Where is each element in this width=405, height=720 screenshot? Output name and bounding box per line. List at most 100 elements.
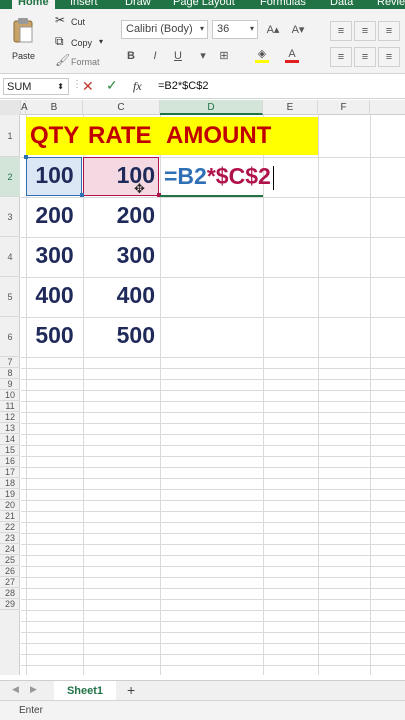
gridline xyxy=(21,654,405,655)
cancel-icon[interactable]: ✕ xyxy=(82,78,94,95)
column-header-d[interactable]: D xyxy=(160,100,263,115)
clipboard-icon xyxy=(13,18,33,43)
formula-ref-c2: $C$2 xyxy=(215,163,271,189)
row-header[interactable]: 16 xyxy=(0,456,20,467)
font-size-select[interactable]: 36 ▾ xyxy=(212,20,258,39)
row-header[interactable]: 9 xyxy=(0,379,20,390)
chevron-down-icon[interactable]: ▾ xyxy=(193,47,213,65)
cell-rate[interactable]: 200 xyxy=(83,202,155,229)
gridline xyxy=(21,533,405,534)
row-header[interactable]: 24 xyxy=(0,544,20,555)
tab-insert[interactable]: Insert xyxy=(70,0,98,8)
tab-draw[interactable]: Draw xyxy=(125,0,151,8)
name-box[interactable]: SUM ⬍ xyxy=(3,78,69,95)
shrink-font-button[interactable]: A▾ xyxy=(288,21,308,39)
cut-button[interactable]: ✂ Cut xyxy=(55,13,105,29)
cell-qty[interactable]: 400 xyxy=(26,282,83,309)
font-color-icon[interactable]: A xyxy=(282,45,302,63)
row-header[interactable]: 3 xyxy=(0,197,20,237)
row-header[interactable]: 18 xyxy=(0,478,20,489)
ribbon-tabs: Home Insert Draw Page Layout Formulas Da… xyxy=(0,0,405,9)
gridline xyxy=(21,390,405,391)
add-sheet-button[interactable]: + xyxy=(127,682,135,698)
row-header[interactable]: 8 xyxy=(0,368,20,379)
row-header[interactable]: 6 xyxy=(0,317,20,357)
header-amount[interactable]: AMOUNT xyxy=(166,122,271,150)
row-header[interactable]: 29 xyxy=(0,599,20,610)
row-header[interactable]: 25 xyxy=(0,555,20,566)
row-header[interactable]: 5 xyxy=(0,277,20,317)
cell-rate[interactable]: 500 xyxy=(83,322,155,349)
row-header[interactable]: 1 xyxy=(0,115,20,157)
row-header[interactable]: 15 xyxy=(0,445,20,456)
cell-rate[interactable]: 400 xyxy=(83,282,155,309)
header-qty[interactable]: QTY xyxy=(30,122,79,150)
row-header[interactable]: 28 xyxy=(0,588,20,599)
underline-button[interactable]: U xyxy=(168,47,188,65)
row-header[interactable]: 27 xyxy=(0,577,20,588)
formula-input[interactable]: =B2*$C$2 xyxy=(158,80,208,92)
cell-d2-editor[interactable]: =B2*$C$2 xyxy=(164,163,274,190)
cell-qty[interactable]: 500 xyxy=(26,322,83,349)
align-center-icon[interactable]: ≡ xyxy=(354,47,376,67)
cell-grid[interactable] xyxy=(21,115,405,675)
row-header[interactable]: 26 xyxy=(0,566,20,577)
row-header[interactable]: 14 xyxy=(0,434,20,445)
select-all-button[interactable] xyxy=(0,100,21,115)
row-header[interactable]: 21 xyxy=(0,511,20,522)
row-header[interactable]: 19 xyxy=(0,489,20,500)
grow-font-button[interactable]: A▴ xyxy=(263,21,283,39)
insert-function-button[interactable]: fx xyxy=(133,79,142,94)
tab-home[interactable]: Home xyxy=(12,0,55,9)
paste-button[interactable]: Paste xyxy=(8,13,40,63)
column-header-f[interactable]: F xyxy=(318,100,370,115)
gridline xyxy=(21,197,405,198)
tab-review[interactable]: Revie xyxy=(377,0,405,8)
row-header[interactable]: 4 xyxy=(0,237,20,277)
bold-button[interactable]: B xyxy=(121,47,141,65)
fill-color-icon[interactable]: ◈ xyxy=(252,45,272,63)
cell-rate[interactable]: 300 xyxy=(83,242,155,269)
cell-qty[interactable]: 100 xyxy=(26,162,83,189)
more-icon: ⋮ xyxy=(72,79,82,90)
row-header[interactable]: 10 xyxy=(0,390,20,401)
tab-page-layout[interactable]: Page Layout xyxy=(173,0,235,8)
tab-formulas[interactable]: Formulas xyxy=(260,0,306,8)
copy-label: Copy xyxy=(71,38,93,48)
align-bottom-icon[interactable]: ≡ xyxy=(378,21,400,41)
borders-icon[interactable]: ⊞ xyxy=(214,47,234,65)
align-middle-icon[interactable]: ≡ xyxy=(354,21,376,41)
row-header[interactable]: 17 xyxy=(0,467,20,478)
column-header-b[interactable]: B xyxy=(26,100,83,115)
column-header-c[interactable]: C xyxy=(83,100,160,115)
scroll-right-icon[interactable]: ▶ xyxy=(30,684,37,695)
italic-button[interactable]: I xyxy=(145,47,165,65)
align-right-icon[interactable]: ≡ xyxy=(378,47,400,67)
row-header[interactable]: 12 xyxy=(0,412,20,423)
scroll-left-icon[interactable]: ◀ xyxy=(12,684,19,695)
row-header[interactable]: 11 xyxy=(0,401,20,412)
format-painter-button[interactable]: 🖌 Format xyxy=(55,53,113,69)
status-bar: Enter xyxy=(0,700,405,720)
sheet-tab-sheet1[interactable]: Sheet1 xyxy=(54,681,116,702)
copy-button[interactable]: ⧉ Copy ▾ xyxy=(55,34,113,50)
tab-data[interactable]: Data xyxy=(330,0,353,8)
gridline xyxy=(21,643,405,644)
font-name-value: Calibri (Body) xyxy=(126,23,193,35)
align-left-icon[interactable]: ≡ xyxy=(330,47,352,67)
font-size-value: 36 xyxy=(217,23,230,35)
align-top-icon[interactable]: ≡ xyxy=(330,21,352,41)
font-name-select[interactable]: Calibri (Body) ▾ xyxy=(121,20,208,39)
row-header[interactable]: 7 xyxy=(0,357,20,368)
row-header[interactable]: 2 xyxy=(0,157,20,197)
cell-qty[interactable]: 200 xyxy=(26,202,83,229)
cell-qty[interactable]: 300 xyxy=(26,242,83,269)
header-rate[interactable]: RATE xyxy=(88,122,152,150)
gridline xyxy=(21,434,405,435)
enter-icon[interactable]: ✓ xyxy=(106,77,118,94)
row-header[interactable]: 20 xyxy=(0,500,20,511)
row-header[interactable]: 23 xyxy=(0,533,20,544)
column-header-e[interactable]: E xyxy=(263,100,318,115)
row-header[interactable]: 22 xyxy=(0,522,20,533)
row-header[interactable]: 13 xyxy=(0,423,20,434)
